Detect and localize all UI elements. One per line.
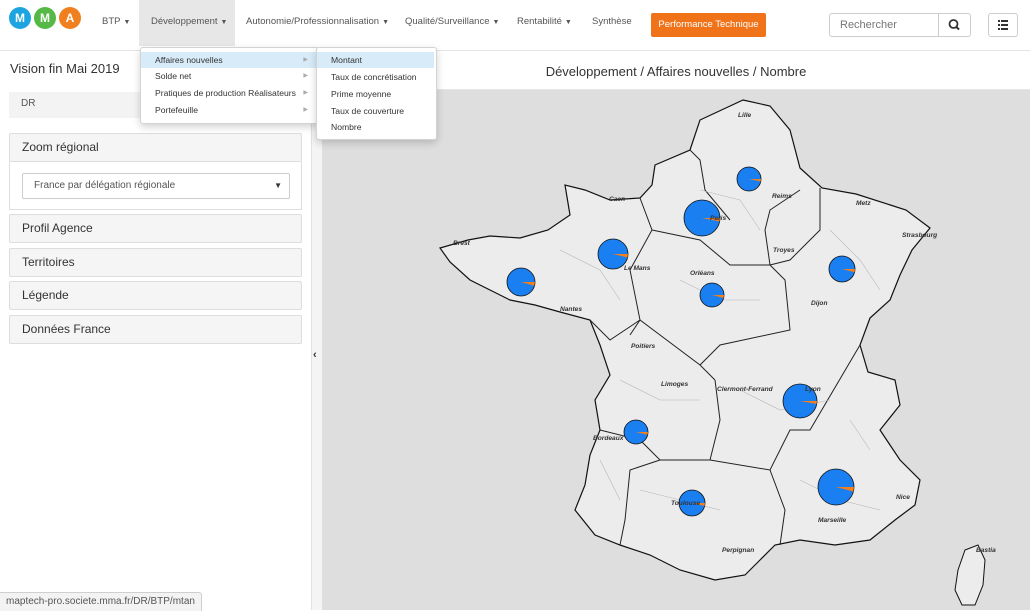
logo-m1: M xyxy=(9,7,31,29)
city-label: Lille xyxy=(738,112,752,119)
chevron-right-icon: ▶ xyxy=(303,57,308,63)
city-label: Strasbourg xyxy=(902,232,937,239)
city-label: Paris xyxy=(710,215,726,222)
vision-date-label: Vision fin Mai 2019 xyxy=(10,61,120,76)
chevron-right-icon: ▶ xyxy=(303,73,308,79)
nav-btp[interactable]: BTP ▼ xyxy=(102,0,130,46)
caret-down-icon: ▼ xyxy=(564,19,572,26)
city-label: Brest xyxy=(453,240,471,247)
nav-qualite[interactable]: Qualité/Surveillance ▼ xyxy=(405,0,499,46)
panel-zoom-regional[interactable]: Zoom régional xyxy=(9,133,302,162)
performance-technique-button[interactable]: Performance Technique xyxy=(651,13,766,37)
city-label: Bordeaux xyxy=(593,435,624,442)
pie-chart[interactable] xyxy=(699,282,725,308)
menu-item-affaires-nouvelles[interactable]: Affaires nouvelles ▶ xyxy=(141,52,316,68)
affaires-nouvelles-submenu: Montant Taux de concrétisation Prime moy… xyxy=(316,47,437,140)
pie-chart[interactable] xyxy=(506,267,536,297)
city-label: Dijon xyxy=(811,300,827,307)
zoom-select[interactable]: France par délégation régionale ▼ xyxy=(22,173,290,199)
submenu-item-montant[interactable]: Montant xyxy=(317,52,434,68)
select-caret-icon: ▼ xyxy=(274,181,282,190)
city-label: Perpignan xyxy=(722,547,754,554)
city-label: Reims xyxy=(772,193,792,200)
submenu-item-nombre[interactable]: Nombre xyxy=(317,119,434,135)
caret-down-icon: ▼ xyxy=(492,19,500,26)
city-label: Lyon xyxy=(805,386,821,393)
chevron-right-icon: ▶ xyxy=(303,107,308,113)
caret-down-icon: ▼ xyxy=(123,19,131,26)
nav-developpement[interactable]: Développement ▼ xyxy=(139,0,235,46)
menu-item-solde-net[interactable]: Solde net ▶ xyxy=(141,68,316,84)
caret-down-icon: ▼ xyxy=(382,19,390,26)
city-label: Troyes xyxy=(773,247,795,254)
menu-item-pratiques-production[interactable]: Pratiques de production Réalisateurs ▶ xyxy=(141,85,316,101)
list-view-button[interactable] xyxy=(988,13,1018,37)
nav-rentabilite[interactable]: Rentabilité ▼ xyxy=(517,0,572,46)
city-label: Poitiers xyxy=(631,343,656,350)
city-label: Le Mans xyxy=(624,265,651,272)
pie-chart[interactable] xyxy=(817,468,855,506)
city-label: Clermont-Ferrand xyxy=(717,386,774,393)
chevron-left-icon: ‹ xyxy=(313,349,317,361)
panel-donnees-france[interactable]: Données France xyxy=(9,315,302,344)
browser-status-url: maptech-pro.societe.mma.fr/DR/BTP/mtan xyxy=(0,592,202,611)
chevron-right-icon: ▶ xyxy=(303,90,308,96)
city-label: Nice xyxy=(896,494,910,501)
city-label: Toulouse xyxy=(671,500,700,507)
submenu-item-prime-moyenne[interactable]: Prime moyenne xyxy=(317,86,434,102)
panel-profil-agence[interactable]: Profil Agence xyxy=(9,214,302,243)
city-label: Orléans xyxy=(690,270,715,277)
submenu-item-taux-concretisation[interactable]: Taux de concrétisation xyxy=(317,69,434,85)
search-input[interactable] xyxy=(829,13,939,37)
nav-synthese[interactable]: Synthèse xyxy=(592,0,632,46)
logo-a: A xyxy=(59,7,81,29)
zoom-select-value: France par délégation régionale xyxy=(34,180,176,191)
panel-territoires[interactable]: Territoires xyxy=(9,248,302,277)
list-icon xyxy=(998,20,1008,30)
search-icon xyxy=(948,19,960,31)
logo-m2: M xyxy=(34,7,56,29)
city-label: Caen xyxy=(609,196,625,203)
caret-down-icon: ▼ xyxy=(220,19,228,26)
city-label: Nantes xyxy=(560,306,582,313)
nav-autonomie[interactable]: Autonomie/Professionnalisation ▼ xyxy=(246,0,389,46)
panel-legende[interactable]: Légende xyxy=(9,281,302,310)
developpement-dropdown: Affaires nouvelles ▶ Solde net ▶ Pratiques… xyxy=(140,47,319,124)
city-label: Bastia xyxy=(976,547,996,554)
city-label: Metz xyxy=(856,200,871,207)
pie-chart[interactable] xyxy=(736,166,762,192)
top-navbar: M M A BTP ▼ Développement ▼ Autonomie/Prof… xyxy=(0,0,1030,51)
city-label: Marseille xyxy=(818,517,847,524)
menu-item-portefeuille[interactable]: Portefeuille ▶ xyxy=(141,102,316,118)
pie-chart[interactable] xyxy=(828,255,856,283)
search-button[interactable] xyxy=(939,13,971,37)
submenu-item-taux-couverture[interactable]: Taux de couverture xyxy=(317,103,434,119)
city-label: Limoges xyxy=(661,381,688,388)
pie-chart[interactable] xyxy=(623,419,649,445)
